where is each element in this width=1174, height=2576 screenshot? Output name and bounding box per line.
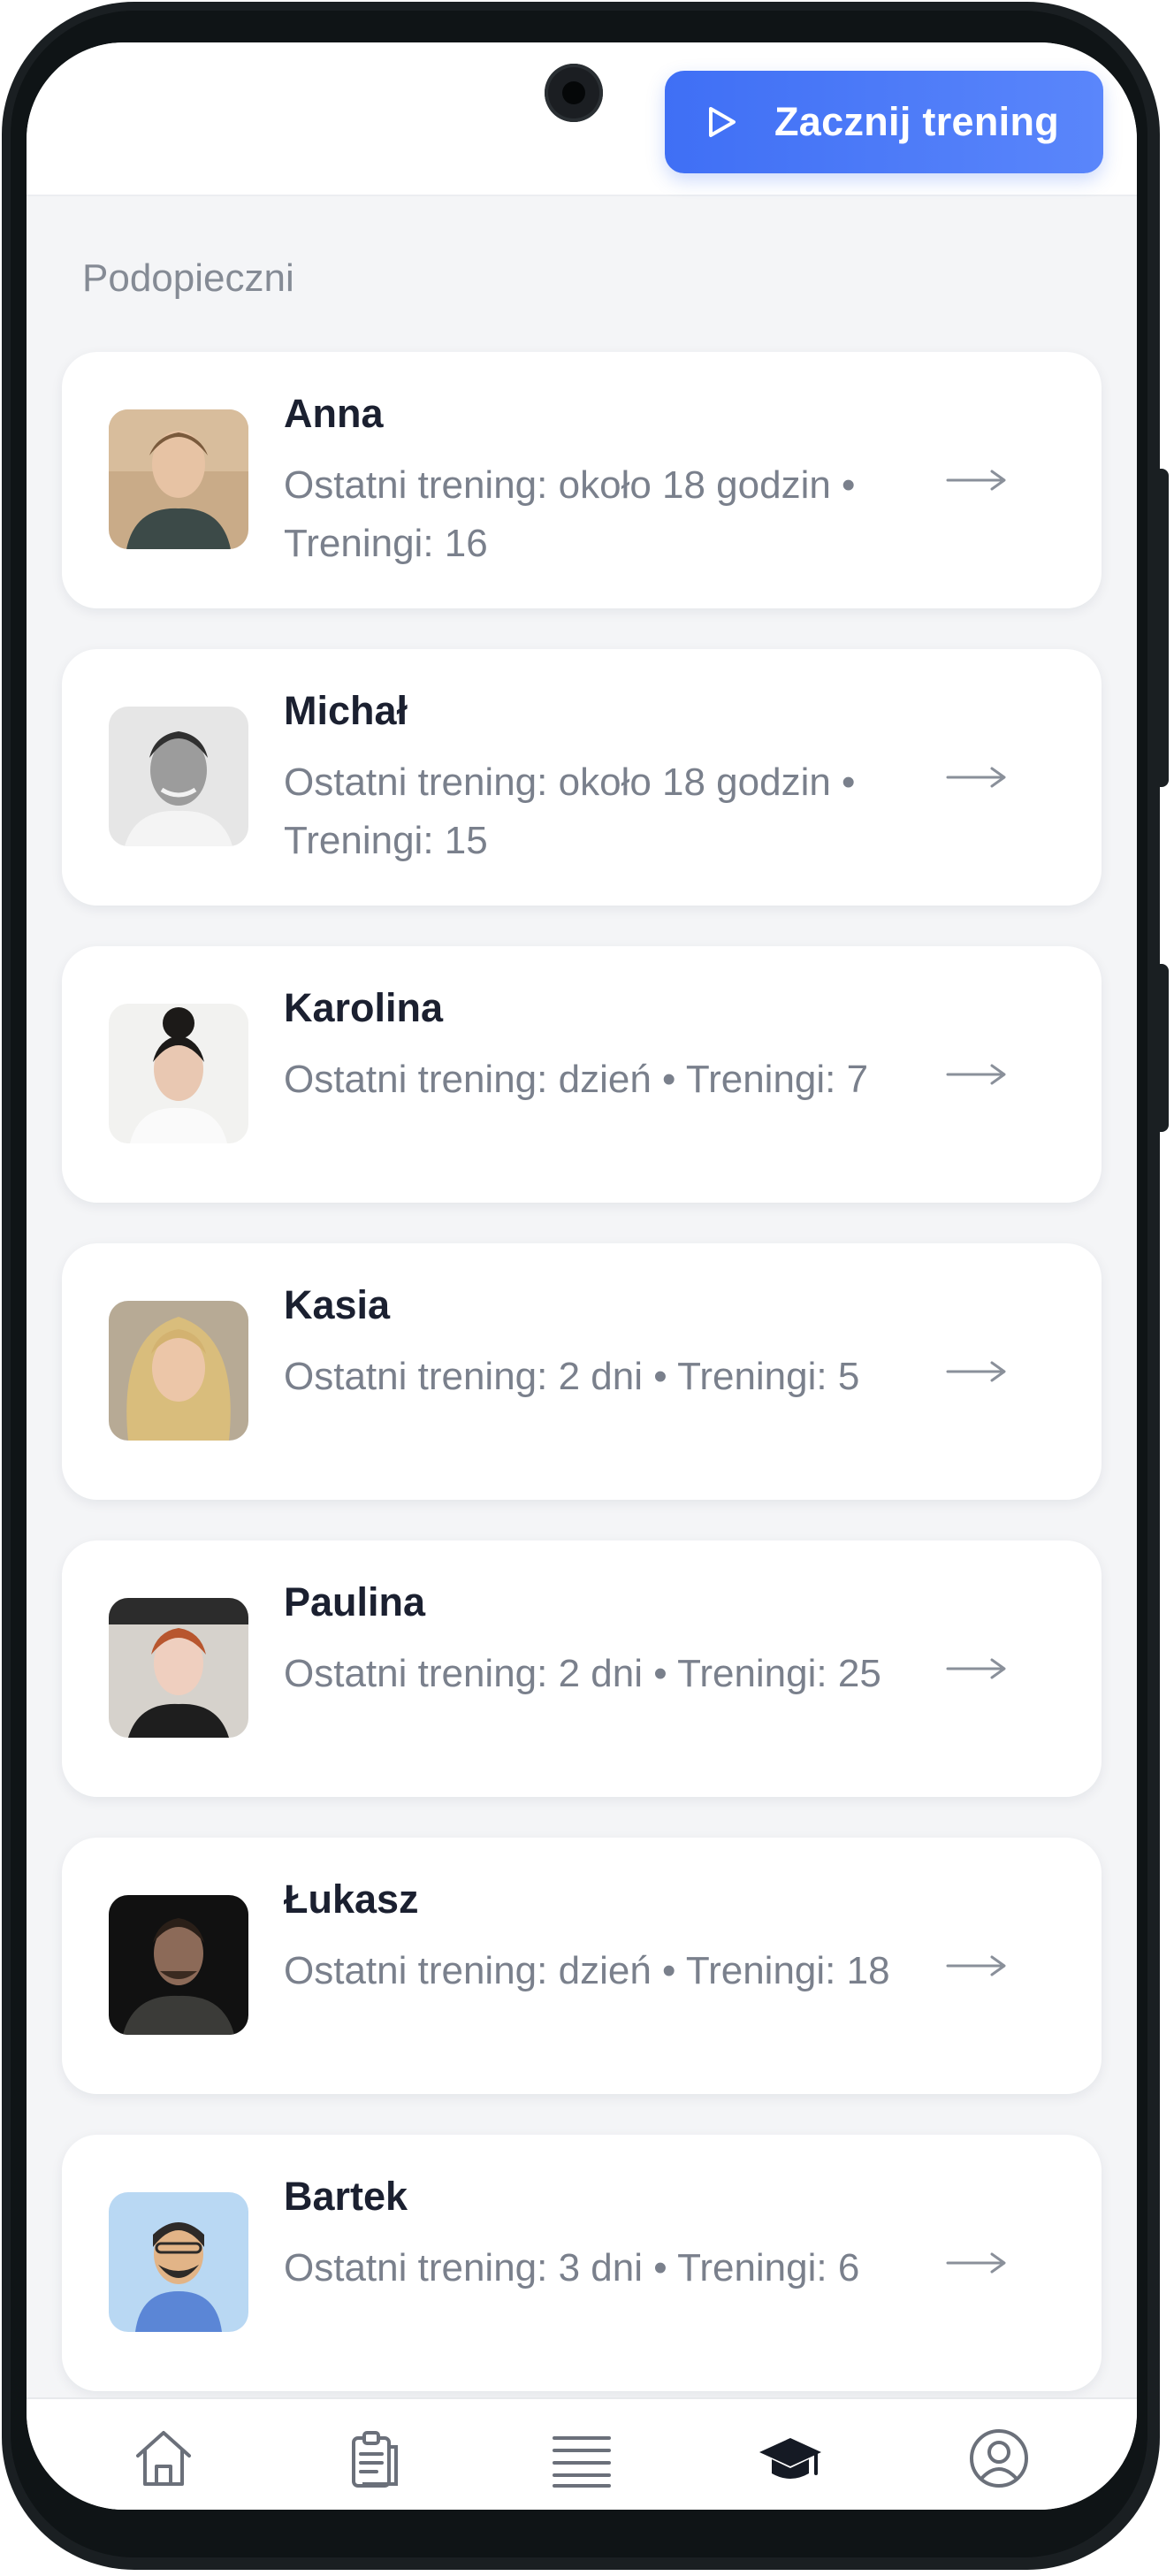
home-icon[interactable] — [131, 2426, 196, 2491]
client-name: Karolina — [284, 985, 444, 1030]
client-name: Anna — [284, 391, 384, 436]
start-training-button[interactable]: Zacznij trening — [665, 71, 1103, 173]
avatar — [109, 409, 248, 549]
client-card-lukasz[interactable]: Łukasz Ostatni trening: dzień • Treningi… — [62, 1838, 1102, 2094]
avatar — [109, 1301, 248, 1441]
client-meta: Ostatni trening: 2 dni • Treningi: 25 — [284, 1652, 881, 1695]
client-meta: Ostatni trening: dzień • Treningi: 7 — [284, 1058, 869, 1101]
client-name: Łukasz — [284, 1877, 419, 1922]
arrow-right-icon — [946, 1658, 1006, 1679]
screen: Zacznij trening Podopieczni Anna Ostatni… — [27, 42, 1137, 2510]
client-card-karolina[interactable]: Karolina Ostatni trening: dzień • Trenin… — [62, 946, 1102, 1203]
graduation-cap-icon[interactable] — [758, 2426, 823, 2491]
client-card-kasia[interactable]: Kasia Ostatni trening: 2 dni • Treningi:… — [62, 1243, 1102, 1500]
start-training-label: Zacznij trening — [774, 99, 1060, 144]
avatar — [109, 707, 248, 846]
user-circle-icon[interactable] — [966, 2426, 1032, 2491]
arrow-right-icon — [946, 1361, 1006, 1382]
client-card-paulina[interactable]: Paulina Ostatni trening: 2 dni • Trening… — [62, 1540, 1102, 1797]
client-meta: Ostatni trening: 3 dni • Treningi: 6 — [284, 2246, 860, 2289]
client-meta: Ostatni trening: dzień • Treningi: 18 — [284, 1949, 890, 1992]
client-meta: Ostatni trening: około 18 godzin • Treni… — [284, 463, 856, 565]
bottom-navigation — [27, 2397, 1137, 2510]
front-camera — [545, 64, 603, 122]
arrow-right-icon — [946, 2252, 1006, 2274]
avatar — [109, 1598, 248, 1738]
client-meta: Ostatni trening: 2 dni • Treningi: 5 — [284, 1355, 860, 1398]
arrow-right-icon — [946, 767, 1006, 788]
arrow-right-icon — [946, 470, 1006, 491]
client-card-anna[interactable]: Anna Ostatni trening: około 18 godzin • … — [62, 352, 1102, 608]
avatar — [109, 1004, 248, 1143]
client-card-michal[interactable]: Michał Ostatni trening: około 18 godzin … — [62, 649, 1102, 906]
side-button-volume — [1156, 964, 1169, 1132]
arrow-right-icon — [946, 1064, 1006, 1085]
client-name: Bartek — [284, 2174, 408, 2219]
clipboard-icon[interactable] — [341, 2426, 407, 2491]
client-meta: Ostatni trening: około 18 godzin • Treni… — [284, 761, 856, 862]
client-name: Paulina — [284, 1579, 426, 1624]
list-icon[interactable] — [549, 2426, 614, 2491]
side-button-power — [1156, 469, 1169, 787]
play-icon — [709, 107, 736, 137]
section-title: Podopieczni — [82, 256, 294, 300]
client-card-bartek[interactable]: Bartek Ostatni trening: 3 dni • Treningi… — [62, 2135, 1102, 2391]
header: Zacznij trening — [27, 42, 1137, 196]
avatar — [109, 2192, 248, 2332]
avatar — [109, 1895, 248, 2035]
client-name: Michał — [284, 688, 408, 733]
client-name: Kasia — [284, 1282, 391, 1327]
arrow-right-icon — [946, 1955, 1006, 1976]
